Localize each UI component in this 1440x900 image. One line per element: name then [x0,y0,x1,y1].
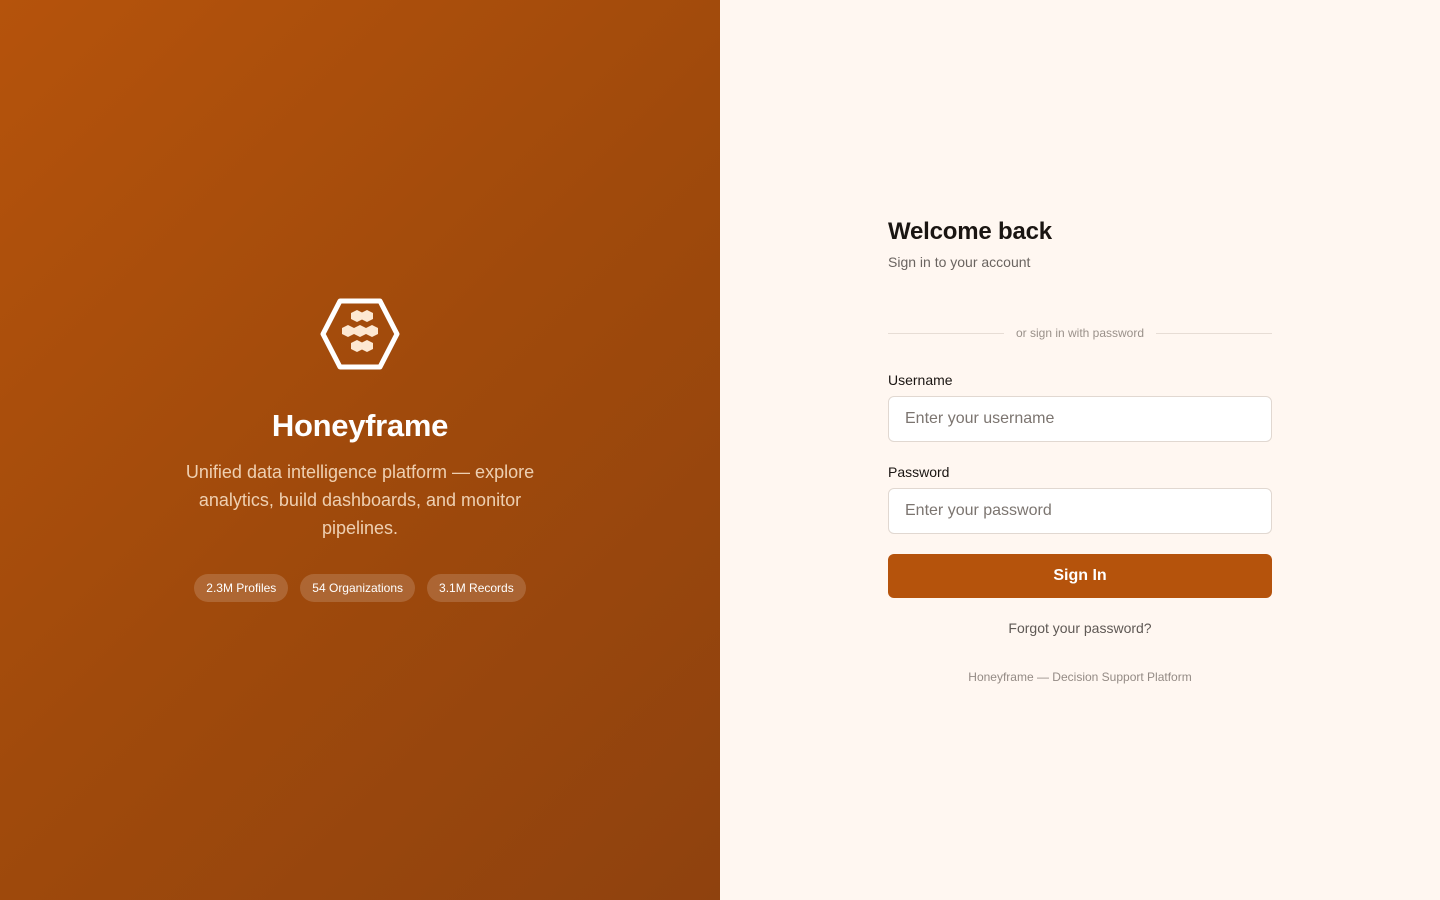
username-input[interactable] [888,396,1272,442]
divider-line-left [888,332,1004,334]
brand-tagline: Unified data intelligence platform — exp… [185,462,535,538]
brand-name: Honeyframe [271,408,449,443]
brand-panel: Honeyframe Unified data intelligence pla… [0,0,720,900]
stat-pill-records: 3.1M Records [427,574,526,602]
login-form: Welcome back Sign in to your account or … [888,218,1272,684]
divider: or sign in with password [888,326,1272,340]
stat-pill-profiles: 2.3M Profiles [194,574,289,602]
page-title: Welcome back [888,218,1052,245]
stat-pill-organizations: 54 Organizations [300,574,416,602]
forgot-password-link[interactable]: Forgot your password? [888,620,1272,636]
footer-text: Honeyframe — Decision Support Platform [968,670,1192,684]
page-subtitle: Sign in to your account [888,254,1031,270]
username-field-group: Username [888,372,1272,442]
brand-content: Honeyframe Unified data intelligence pla… [170,298,550,602]
divider-text: or sign in with password [1015,326,1145,340]
password-input[interactable] [888,488,1272,534]
password-label: Password [888,464,950,480]
password-field-group: Password [888,464,1272,534]
sign-in-button[interactable]: Sign In [888,554,1272,598]
username-label: Username [888,372,953,388]
stats-pills: 2.3M Profiles 54 Organizations 3.1M Reco… [194,574,526,602]
divider-line-right [1156,332,1272,334]
honeycomb-hexagon-icon [320,298,400,370]
login-panel: Welcome back Sign in to your account or … [720,0,1440,900]
